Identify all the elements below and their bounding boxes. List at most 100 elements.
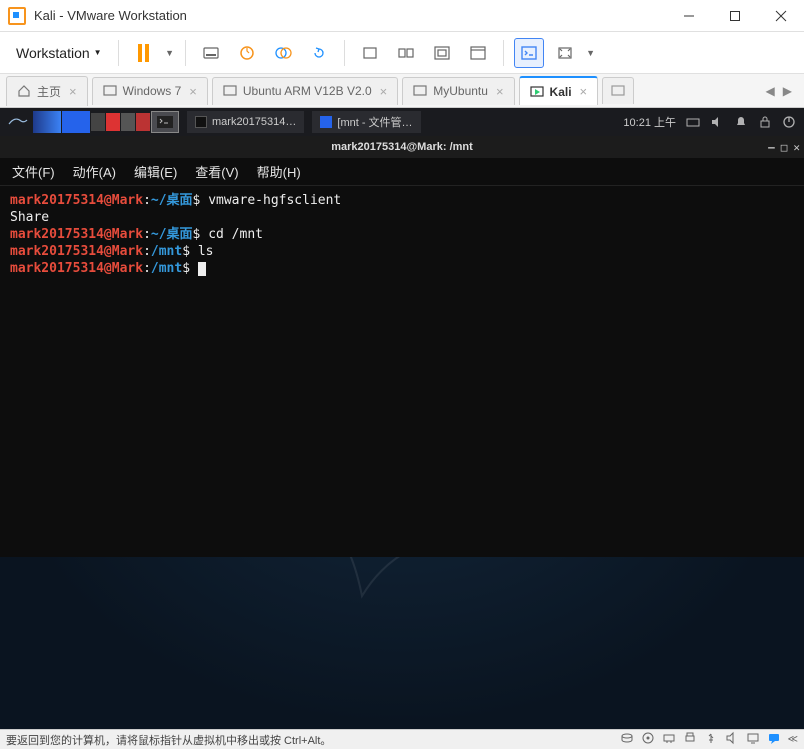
- message-icon[interactable]: [767, 731, 781, 748]
- home-icon: [17, 84, 31, 98]
- chevron-down-icon: ▼: [94, 48, 102, 57]
- display-icon[interactable]: [746, 731, 760, 748]
- power-icon[interactable]: [782, 115, 796, 129]
- keyboard-icon[interactable]: [686, 115, 700, 129]
- vm-icon: [413, 84, 427, 98]
- terminal-menu-view[interactable]: 查看(V): [195, 162, 238, 181]
- terminal-taskbar-icon[interactable]: [151, 111, 179, 133]
- terminal-line: mark20175314@Mark:/mnt$: [10, 260, 794, 277]
- vm-display[interactable]: mark20175314… [mnt - 文件管… 10:21 上午 文件系统 …: [0, 108, 804, 729]
- file-manager-icon[interactable]: [62, 111, 90, 133]
- printer-icon[interactable]: [683, 731, 697, 748]
- window-title: Kali - VMware Workstation: [34, 8, 666, 23]
- workspace-1[interactable]: [33, 111, 61, 133]
- network-icon[interactable]: [662, 731, 676, 748]
- separator: [118, 40, 119, 66]
- unity-button[interactable]: [427, 38, 457, 68]
- lock-icon[interactable]: [758, 115, 772, 129]
- tab-close-icon[interactable]: ×: [496, 84, 504, 99]
- workspace-switcher[interactable]: [91, 111, 120, 133]
- tab-kali[interactable]: Kali ×: [519, 76, 599, 105]
- tab-scroll-left[interactable]: ◀: [766, 84, 775, 98]
- volume-icon[interactable]: [710, 115, 724, 129]
- tab-home[interactable]: 主页 ×: [6, 76, 88, 106]
- terminal-title-text: mark20175314@Mark: /mnt: [331, 141, 473, 153]
- vm-tab-strip: 主页 × Windows 7 × Ubuntu ARM V12B V2.0 × …: [0, 74, 804, 108]
- snapshot-button[interactable]: [232, 38, 262, 68]
- revert-snapshot-button[interactable]: [304, 38, 334, 68]
- terminal-line: mark20175314@Mark:~/桌面$ cd /mnt: [10, 226, 794, 243]
- workstation-menu-label: Workstation: [16, 45, 90, 61]
- maximize-button[interactable]: [712, 0, 758, 32]
- terminal-menu-action[interactable]: 动作(A): [73, 162, 116, 181]
- vm-icon: [223, 84, 237, 98]
- terminal-cursor: [198, 262, 206, 276]
- tab-label: Ubuntu ARM V12B V2.0: [243, 84, 372, 98]
- send-ctrl-alt-del-button[interactable]: [196, 38, 226, 68]
- tab-label: Windows 7: [123, 84, 182, 98]
- usb-icon[interactable]: [704, 731, 718, 748]
- tab-ubuntu-arm[interactable]: Ubuntu ARM V12B V2.0 ×: [212, 77, 398, 105]
- single-window-button[interactable]: [355, 38, 385, 68]
- tab-close-icon[interactable]: ×: [580, 84, 588, 99]
- terminal-line: mark20175314@Mark:~/桌面$ vmware-hgfsclien…: [10, 192, 794, 209]
- view-dropdown[interactable]: ▼: [586, 48, 596, 58]
- snapshot-manager-button[interactable]: [268, 38, 298, 68]
- vm-running-icon: [530, 85, 544, 99]
- harddisk-icon[interactable]: [620, 731, 634, 748]
- console-view-button[interactable]: [514, 38, 544, 68]
- terminal-menubar: 文件(F) 动作(A) 编辑(E) 查看(V) 帮助(H): [0, 158, 804, 186]
- notification-icon[interactable]: [734, 115, 748, 129]
- terminal-line: mark20175314@Mark:/mnt$ ls: [10, 243, 794, 260]
- chevron-icon[interactable]: ≪: [788, 734, 798, 745]
- tab-scroll-controls: ◀ ▶: [766, 84, 798, 98]
- terminal-window-controls: — □ ✕: [768, 141, 800, 154]
- taskbar-item-filemanager[interactable]: [mnt - 文件管…: [312, 111, 420, 133]
- device-status-icons: ≪: [620, 731, 798, 748]
- sound-icon[interactable]: [725, 731, 739, 748]
- terminal-body[interactable]: mark20175314@Mark:~/桌面$ vmware-hgfsclien…: [0, 186, 804, 557]
- close-button[interactable]: [758, 0, 804, 32]
- cd-icon[interactable]: [641, 731, 655, 748]
- terminal-menu-file[interactable]: 文件(F): [12, 162, 55, 181]
- tab-myubuntu[interactable]: MyUbuntu ×: [402, 77, 514, 105]
- taskbar-item-terminal[interactable]: mark20175314…: [187, 111, 304, 133]
- panel-clock[interactable]: 10:21 上午: [623, 114, 676, 130]
- tab-close-icon[interactable]: ×: [380, 84, 388, 99]
- tab-label: Kali: [550, 85, 572, 99]
- terminal-menu-help[interactable]: 帮助(H): [257, 162, 301, 181]
- tab-label: 主页: [37, 83, 61, 100]
- window-titlebar: Kali - VMware Workstation: [0, 0, 804, 32]
- vmware-icon: [8, 7, 26, 25]
- pause-vm-button[interactable]: [129, 38, 159, 68]
- terminal-line: Share: [10, 209, 794, 226]
- fullscreen-button[interactable]: [463, 38, 493, 68]
- separator: [503, 40, 504, 66]
- minimize-button[interactable]: [666, 0, 712, 32]
- tab-close-icon[interactable]: ×: [69, 84, 77, 99]
- terminal-titlebar[interactable]: mark20175314@Mark: /mnt — □ ✕: [0, 136, 804, 158]
- kali-taskbar: mark20175314… [mnt - 文件管… 10:21 上午: [0, 108, 804, 136]
- power-dropdown[interactable]: ▼: [165, 48, 175, 58]
- tab-label: MyUbuntu: [433, 84, 488, 98]
- main-toolbar: Workstation ▼ ▼ ▼: [0, 32, 804, 74]
- terminal-window: mark20175314@Mark: /mnt — □ ✕ 文件(F) 动作(A…: [0, 136, 804, 557]
- tab-close-icon[interactable]: ×: [189, 84, 197, 99]
- terminal-menu-edit[interactable]: 编辑(E): [134, 162, 177, 181]
- tab-overflow[interactable]: [602, 77, 634, 104]
- stretch-guest-button[interactable]: [550, 38, 580, 68]
- workspace-switcher-2[interactable]: [121, 111, 150, 133]
- terminal-minimize-icon[interactable]: —: [768, 141, 775, 154]
- tab-scroll-right[interactable]: ▶: [783, 84, 792, 98]
- workstation-menu[interactable]: Workstation ▼: [10, 41, 108, 65]
- kali-menu-icon[interactable]: [4, 111, 32, 133]
- terminal-icon: [195, 116, 207, 128]
- tab-windows7[interactable]: Windows 7 ×: [92, 77, 208, 105]
- multi-window-button[interactable]: [391, 38, 421, 68]
- terminal-maximize-icon[interactable]: □: [781, 141, 788, 154]
- terminal-close-icon[interactable]: ✕: [793, 141, 800, 154]
- statusbar-hint: 要返回到您的计算机，请将鼠标指针从虚拟机中移出或按 Ctrl+Alt。: [6, 732, 620, 748]
- task-label: [mnt - 文件管…: [337, 114, 412, 130]
- separator: [344, 40, 345, 66]
- folder-icon: [320, 116, 332, 128]
